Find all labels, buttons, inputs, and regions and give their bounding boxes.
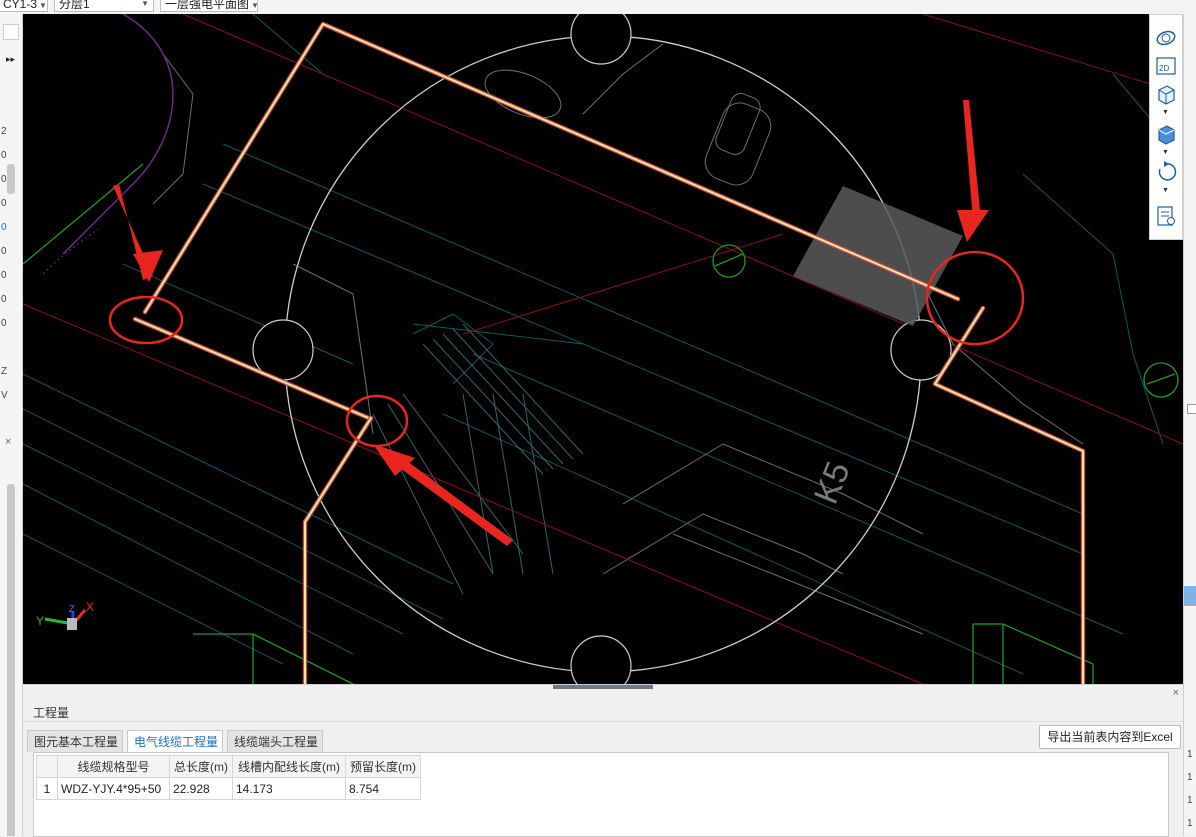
quantity-table: 线缆规格型号 总长度(m) 线槽内配线长度(m) 预留长度(m) 1 WDZ-Y… xyxy=(36,755,421,800)
quantity-table-container: 线缆规格型号 总长度(m) 线槽内配线长度(m) 预留长度(m) 1 WDZ-Y… xyxy=(33,752,1169,837)
right-cell: 1 xyxy=(1187,818,1193,829)
orbit-icon[interactable] xyxy=(1155,27,1177,49)
panel-toggle[interactable] xyxy=(3,24,19,40)
table-row[interactable]: 1 WDZ-YJY.4*95+50 22.928 14.173 8.754 xyxy=(36,777,421,800)
chevron-down-icon: ▼ xyxy=(251,1,257,10)
table-cell[interactable]: WDZ-YJY.4*95+50 xyxy=(57,777,170,800)
cad-drawing: K5 Y X Z xyxy=(23,14,1183,684)
drawing-value: 一层强电平面图 xyxy=(165,0,250,11)
column-header xyxy=(36,755,58,778)
tab-cable-end-quantity[interactable]: 线缆端头工程量 xyxy=(227,730,323,752)
tab-cable-quantity[interactable]: 电气线缆工程量 xyxy=(127,730,223,754)
scrollbar-thumb[interactable] xyxy=(7,164,15,194)
chevron-down-icon: ▼ xyxy=(39,1,47,10)
right-cell: 1 xyxy=(1187,795,1193,806)
green-symbols xyxy=(23,163,1179,684)
range-circle-nodes xyxy=(252,14,952,684)
drawing-dropdown[interactable]: 一层强电平面图▼ xyxy=(160,0,258,12)
export-excel-button[interactable]: 导出当前表内容到Excel xyxy=(1039,725,1181,749)
svg-text:2D: 2D xyxy=(1159,64,1169,73)
cube-view-alt-icon[interactable] xyxy=(1155,123,1177,145)
cube-view-icon[interactable] xyxy=(1155,83,1177,105)
left-cell: 0 xyxy=(1,294,7,305)
table-cell[interactable]: 8.754 xyxy=(345,777,421,800)
axis-indicator: Y X Z xyxy=(36,600,94,630)
right-cell: 1 xyxy=(1187,772,1193,783)
left-cell: 0 xyxy=(1,318,7,329)
right-side-panel: 1 1 1 1 xyxy=(1183,14,1196,836)
table-cell[interactable]: 14.173 xyxy=(232,777,346,800)
rotate-icon[interactable] xyxy=(1155,161,1177,183)
left-cell: 0 xyxy=(1,198,7,209)
chevron-down-icon[interactable]: ▼ xyxy=(1162,109,1169,116)
floor-code-dropdown[interactable]: CY1-3 ▼ xyxy=(0,0,48,12)
chevron-down-icon[interactable]: ▼ xyxy=(1162,149,1169,156)
chevron-down-icon[interactable]: ▼ xyxy=(1162,187,1169,194)
axis-y-label: Y xyxy=(36,614,44,628)
drawing-canvas[interactable]: K5 Y X Z xyxy=(23,14,1183,684)
tab-element-quantity[interactable]: 图元基本工程量 xyxy=(27,730,123,752)
left-cell: 0 xyxy=(1,150,7,161)
boundary-curve xyxy=(62,14,174,255)
left-cell: 0 xyxy=(1,222,7,233)
axis-x-label: X xyxy=(86,600,94,614)
column-header[interactable]: 预留长度(m) xyxy=(345,755,421,778)
2d-view-icon[interactable]: 2D xyxy=(1155,55,1177,77)
selected-row-marker xyxy=(1184,586,1196,606)
shaded-area xyxy=(793,186,963,326)
left-side-panel: ▸▸ 2 0 0 0 0 0 0 0 0 Z V xyxy=(0,14,23,836)
range-circle xyxy=(284,35,922,673)
panel-title: 工程量 xyxy=(33,706,70,720)
close-icon[interactable]: × xyxy=(5,436,11,448)
left-cell: 0 xyxy=(1,174,7,185)
column-header[interactable]: 线缆规格型号 xyxy=(57,755,170,778)
table-header-row: 线缆规格型号 总长度(m) 线槽内配线长度(m) 预留长度(m) xyxy=(36,755,421,778)
left-cell: 0 xyxy=(1,246,7,257)
layer-dropdown[interactable]: 分层1 ▼ xyxy=(54,0,154,12)
axis-z-label: Z xyxy=(69,604,75,614)
axis-lines xyxy=(23,14,1183,684)
left-cell: V xyxy=(1,390,8,401)
view-toolbar: 2D ▼ ▼ ▼ xyxy=(1149,14,1183,240)
left-cell: 2 xyxy=(1,126,7,137)
chevron-down-icon: ▼ xyxy=(141,0,149,8)
close-icon[interactable]: × xyxy=(1173,687,1179,699)
layer-value: 分层1 xyxy=(59,0,90,11)
top-toolbar: CY1-3▼ 分层1▼ 一层强电平面图▼ xyxy=(0,0,1196,15)
panel-resize-handle[interactable] xyxy=(553,685,653,689)
quantity-panel: × 工程量 图元基本工程量 电气线缆工程量 线缆端头工程量 导出当前表内容到Ex… xyxy=(23,684,1183,837)
right-cell: 1 xyxy=(1187,749,1193,760)
column-header[interactable]: 总长度(m) xyxy=(169,755,233,778)
dashed-curve xyxy=(42,228,99,275)
column-header[interactable]: 线槽内配线长度(m) xyxy=(232,755,346,778)
scrollbar-thumb[interactable] xyxy=(7,484,15,836)
annotation-arrows xyxy=(113,100,989,546)
checkbox[interactable] xyxy=(1187,404,1196,414)
row-number: 1 xyxy=(36,777,58,800)
expand-icon[interactable]: ▸▸ xyxy=(6,54,15,65)
table-cell[interactable]: 22.928 xyxy=(169,777,233,800)
left-cell: 0 xyxy=(1,270,7,281)
floor-code-value: CY1-3 xyxy=(3,0,38,11)
left-cell: Z xyxy=(1,366,8,377)
layer-list-icon[interactable] xyxy=(1155,205,1177,227)
